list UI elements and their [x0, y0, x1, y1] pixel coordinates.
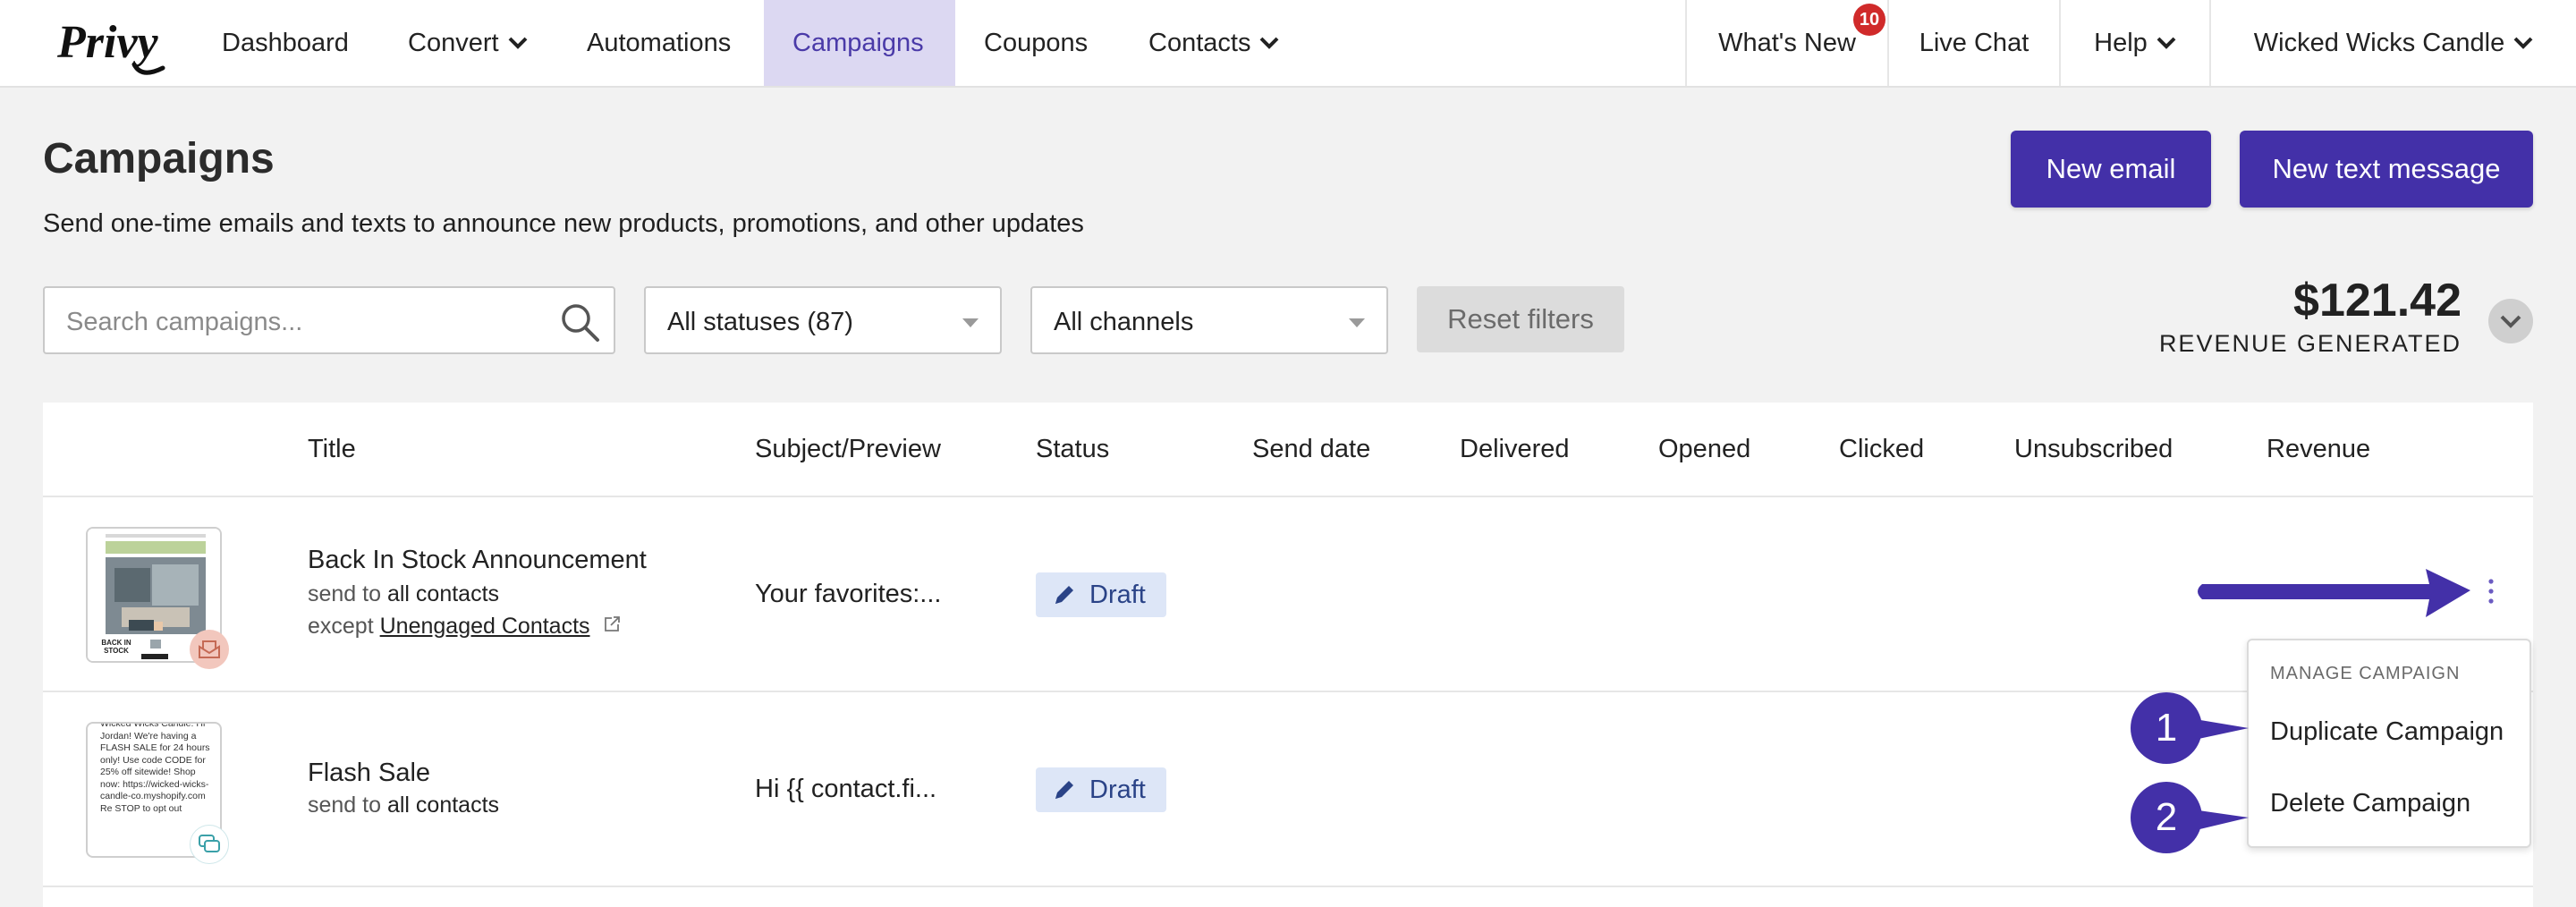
revenue-label: REVENUE GENERATED [2158, 330, 2462, 358]
email-channel-icon [190, 630, 229, 669]
nav-store-switcher[interactable]: Wicked Wicks Candle [2209, 0, 2576, 86]
column-header-delivered[interactable]: Delivered [1460, 435, 1570, 464]
nav-contacts[interactable]: Contacts [1120, 0, 1308, 86]
sms-channel-icon [190, 825, 229, 864]
menu-header: MANAGE CAMPAIGN [2270, 664, 2461, 683]
page-title: Campaigns [43, 135, 275, 182]
unengaged-contacts-link[interactable]: Unengaged Contacts [380, 614, 590, 639]
nav-help[interactable]: Help [2059, 0, 2209, 86]
more-options-icon[interactable] [2485, 578, 2497, 605]
audience-name: all contacts [386, 793, 500, 818]
column-header-opened[interactable]: Opened [1658, 435, 1750, 464]
caret-down-icon [1349, 318, 1365, 327]
campaign-audience: send to all contacts [308, 793, 499, 818]
campaign-title[interactable]: Back In Stock Announcement [308, 546, 647, 575]
nav-live-chat[interactable]: Live Chat [1887, 0, 2059, 86]
nav-campaigns-label: Campaigns [792, 28, 924, 57]
manage-campaign-menu: MANAGE CAMPAIGN Duplicate Campaign Delet… [2247, 639, 2531, 848]
column-header-unsubscribed[interactable]: Unsubscribed [2014, 435, 2173, 464]
new-email-button[interactable]: New email [2011, 131, 2211, 208]
privy-logo[interactable]: Privy [55, 13, 166, 79]
nav-convert-label: Convert [408, 28, 499, 57]
reset-filters-button[interactable]: Reset filters [1417, 286, 1624, 352]
column-header-title[interactable]: Title [308, 435, 356, 464]
sms-preview-text: Wicked Wicks Candle: Hi Jordan! We're ha… [100, 722, 210, 814]
pencil-icon [1055, 586, 1073, 604]
nav-convert[interactable]: Convert [379, 0, 556, 86]
header-divider [43, 496, 2533, 497]
status-label: Draft [1089, 580, 1146, 609]
channel-filter-value: All channels [1054, 308, 1194, 336]
caret-down-icon [962, 318, 979, 327]
nav-campaigns[interactable]: Campaigns [764, 0, 955, 86]
new-text-message-button[interactable]: New text message [2240, 131, 2533, 208]
search-input[interactable]: Search campaigns... [43, 286, 615, 354]
chevron-down-icon [2513, 37, 2533, 49]
page-subtitle: Send one-time emails and texts to announ… [43, 209, 1084, 238]
column-header-subject: Subject/Preview [755, 435, 941, 463]
campaign-exclusion: except Unengaged Contacts [308, 614, 621, 640]
nav-automations-label: Automations [587, 28, 732, 57]
send-to-label: send to [308, 581, 382, 606]
help-label: Help [2094, 28, 2148, 57]
duplicate-campaign-menu-item[interactable]: Duplicate Campaign [2270, 717, 2504, 747]
campaign-audience: send to all contacts [308, 581, 499, 607]
status-badge: Draft [1036, 572, 1166, 617]
top-navigation: Privy Dashboard Convert Automations Camp… [0, 0, 2576, 88]
chevron-down-icon [1260, 37, 1279, 49]
column-header-revenue[interactable]: Revenue [2267, 435, 2370, 464]
delete-campaign-menu-item[interactable]: Delete Campaign [2270, 789, 2470, 818]
status-filter-select[interactable]: All statuses (87) [644, 286, 1002, 354]
row-divider [43, 886, 2533, 887]
send-to-label: send to [308, 793, 382, 818]
revenue-amount: $121.42 [2293, 275, 2462, 326]
pencil-icon [1055, 781, 1073, 799]
external-link-icon[interactable] [603, 615, 621, 633]
store-name: Wicked Wicks Candle [2253, 28, 2505, 57]
channel-filter-select[interactable]: All channels [1030, 286, 1388, 354]
campaign-title[interactable]: Flash Sale [308, 759, 430, 788]
status-label: Draft [1089, 775, 1146, 804]
column-header-send-date[interactable]: Send date [1252, 435, 1370, 464]
nav-contacts-label: Contacts [1148, 28, 1251, 57]
chevron-down-icon [2157, 37, 2176, 49]
chevron-down-icon [2500, 315, 2521, 328]
revenue-expand-toggle[interactable] [2488, 299, 2533, 343]
column-header-clicked[interactable]: Clicked [1839, 435, 1924, 464]
step-marker-1: 1 [2131, 692, 2202, 764]
nav-automations[interactable]: Automations [558, 0, 759, 86]
whats-new-label: What's New [1718, 28, 1856, 57]
search-placeholder: Search campaigns... [66, 308, 303, 336]
nav-dashboard-label: Dashboard [222, 28, 349, 57]
svg-text:Privy: Privy [56, 17, 159, 68]
step-marker-2: 2 [2131, 782, 2202, 853]
nav-dashboard[interactable]: Dashboard [193, 0, 377, 86]
revenue-summary: $121.42 REVENUE GENERATED [2159, 275, 2462, 358]
nav-coupons[interactable]: Coupons [955, 0, 1116, 86]
search-icon[interactable] [558, 301, 601, 343]
live-chat-label: Live Chat [1919, 28, 2029, 57]
column-header-status[interactable]: Status [1036, 435, 1109, 464]
nav-coupons-label: Coupons [984, 28, 1089, 57]
campaign-subject: Hi {{ contact.fi... [755, 775, 937, 803]
status-badge: Draft [1036, 767, 1166, 812]
status-filter-value: All statuses (87) [667, 308, 853, 336]
chevron-down-icon [508, 37, 527, 49]
notification-badge: 10 [1853, 4, 1885, 36]
except-label: except [308, 614, 374, 639]
campaign-subject: Your favorites:... [755, 580, 942, 608]
audience-name: all contacts [386, 581, 500, 606]
thumbnail-caption: BACK IN STOCK [101, 639, 131, 655]
